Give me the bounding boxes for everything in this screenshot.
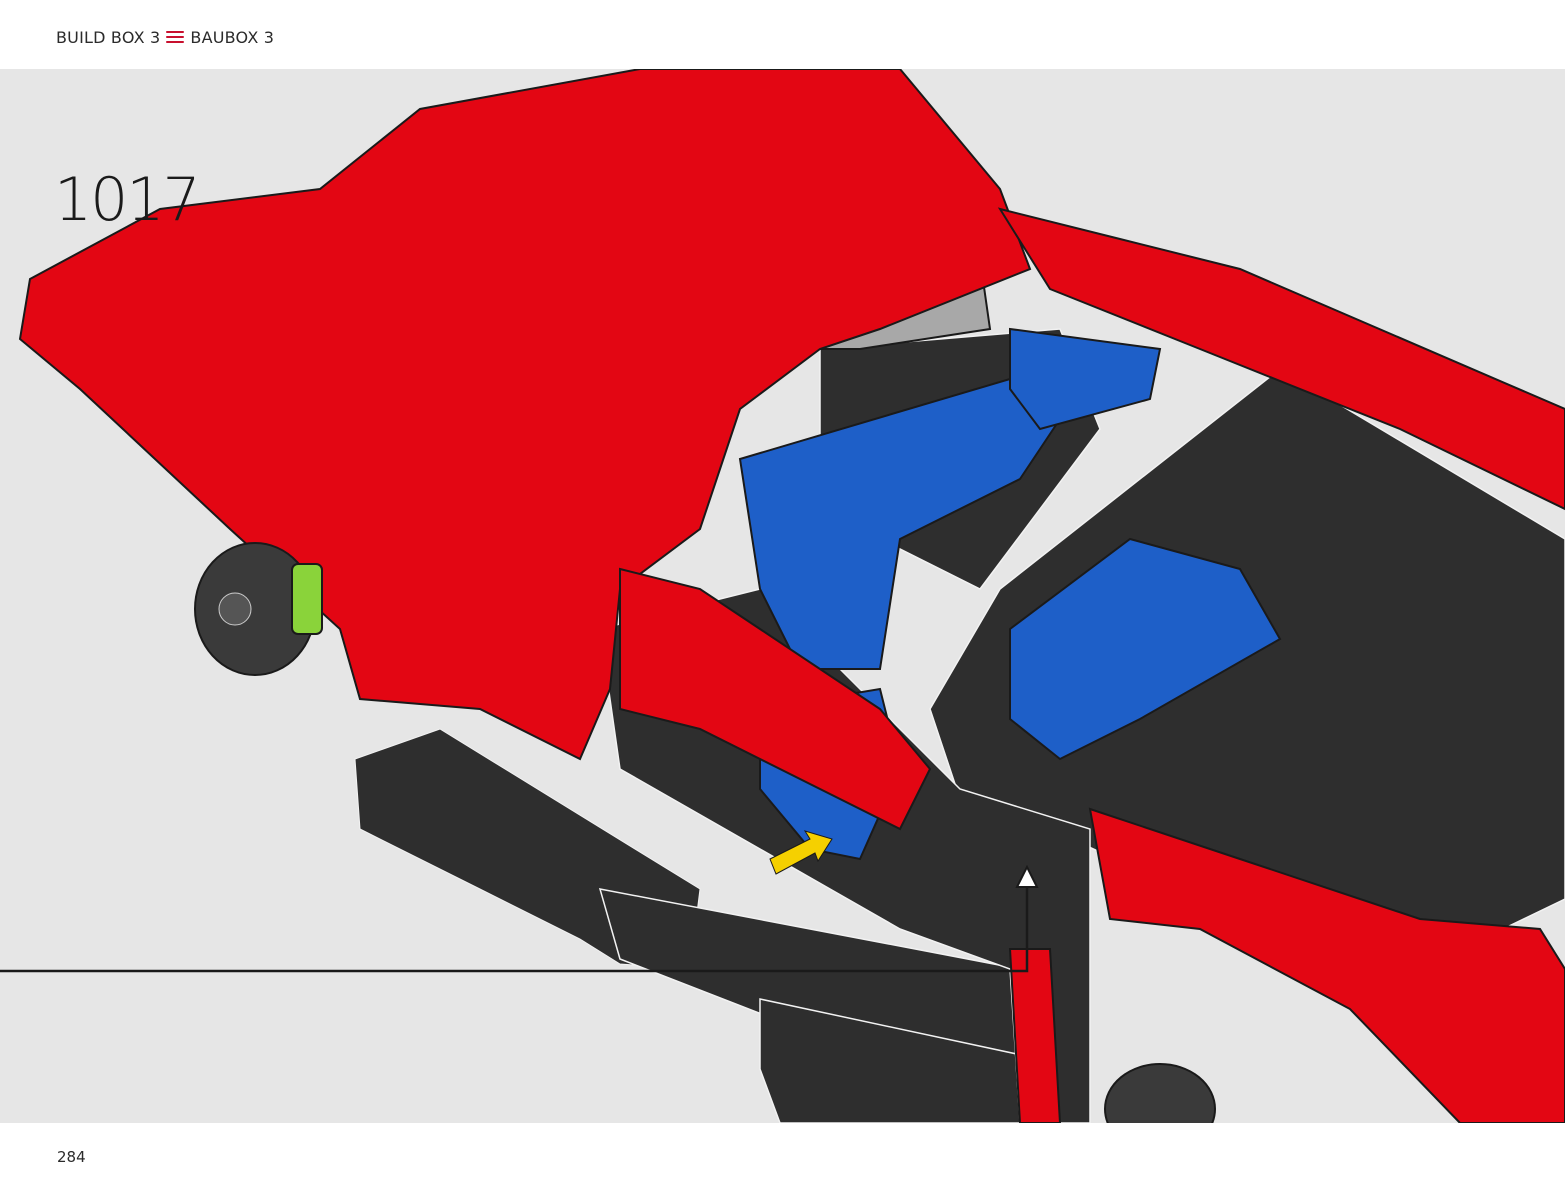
page-header: BUILD BOX 3 BAUBOX 3 bbox=[56, 26, 274, 48]
menu-line bbox=[166, 36, 185, 38]
front-wheel-center bbox=[218, 592, 252, 626]
red-post bbox=[1008, 948, 1062, 1123]
step-number: 1017 bbox=[54, 165, 201, 235]
instruction-page: BUILD BOX 3 BAUBOX 3 1017 284 bbox=[0, 0, 1565, 1191]
menu-lines-icon bbox=[166, 31, 185, 43]
menu-line bbox=[166, 31, 185, 33]
baubox-label: BAUBOX 3 bbox=[190, 27, 275, 47]
step-panel: 1017 bbox=[0, 69, 1565, 1123]
lime-connector bbox=[291, 563, 323, 635]
menu-line bbox=[166, 41, 185, 43]
build-box-label: BUILD BOX 3 bbox=[56, 27, 161, 47]
model-illustration bbox=[0, 69, 1565, 1123]
page-number: 284 bbox=[57, 1148, 86, 1166]
